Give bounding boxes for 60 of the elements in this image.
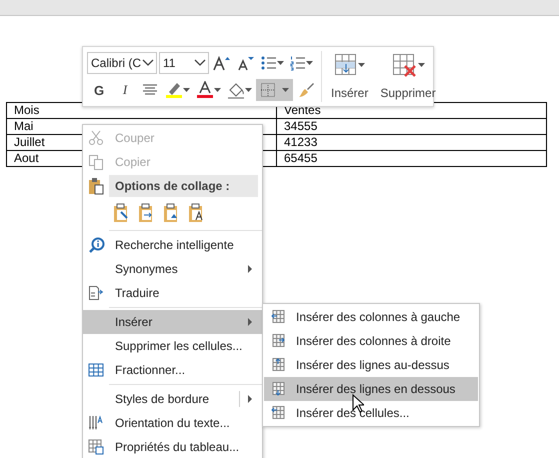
highlighter-icon — [165, 81, 183, 99]
borders-icon — [260, 82, 276, 98]
search-icon — [88, 236, 104, 254]
insert-right-icon — [270, 333, 286, 349]
caret-icon — [183, 88, 190, 92]
submenu-item[interactable]: Insérer des lignes au-dessus — [264, 353, 478, 377]
paintbrush-icon — [297, 81, 315, 99]
font-color-button[interactable] — [194, 79, 223, 101]
submenu-item[interactable]: Insérer des colonnes à droite — [264, 329, 478, 353]
menu-item[interactable]: Insérer — [83, 310, 262, 334]
delete-button[interactable]: Supprimer — [377, 51, 439, 102]
paint-bucket-icon — [227, 81, 245, 99]
bold-button[interactable]: G — [87, 79, 111, 101]
table-properties-icon — [88, 439, 104, 455]
font-name-field[interactable]: Calibri (C — [87, 52, 157, 74]
menu-item[interactable]: Styles de bordure — [83, 387, 262, 411]
table-cell: 41233 — [276, 134, 546, 150]
borders-button[interactable] — [256, 79, 293, 101]
italic-button[interactable]: I — [113, 79, 137, 101]
caret-icon — [214, 88, 221, 92]
table-cell: 34555 — [276, 118, 546, 134]
menu-item[interactable]: Fractionner... — [83, 358, 262, 382]
insert-below-icon — [270, 381, 286, 397]
caret-icon — [418, 63, 425, 67]
insert-left-icon — [270, 309, 286, 325]
font-size-field[interactable]: 11 — [159, 52, 209, 74]
align-center-icon — [142, 83, 158, 97]
menu-item[interactable]: Synonymes — [83, 257, 262, 281]
caret-icon — [277, 61, 284, 65]
font-color-icon — [196, 81, 214, 99]
caret-icon — [282, 88, 289, 92]
insert-button[interactable]: Insérer — [328, 51, 372, 102]
caret-icon — [306, 61, 313, 65]
table-cell: 65455 — [276, 150, 546, 166]
insert-above-icon — [270, 357, 286, 373]
chevron-down-icon — [194, 59, 206, 67]
menu-section-header: Options de collage : — [109, 175, 258, 197]
menu-item[interactable]: Recherche intelligente — [83, 233, 262, 257]
table-icon — [88, 363, 104, 377]
menu-item[interactable]: Supprimer les cellules... — [83, 334, 262, 358]
text-direction-icon — [88, 415, 104, 431]
delete-table-icon — [392, 53, 418, 77]
numbered-list-icon — [290, 55, 306, 71]
caret-icon — [358, 63, 366, 67]
submenu-item[interactable]: Insérer des cellules... — [264, 401, 478, 425]
insert-cells-icon — [270, 405, 286, 421]
bullet-list-icon — [261, 55, 277, 71]
copy-icon — [88, 154, 104, 170]
chevron-down-icon — [142, 59, 154, 67]
insert-table-icon — [334, 53, 358, 77]
menu-item[interactable]: Traduire — [83, 281, 262, 305]
caret-icon — [245, 88, 252, 92]
scissors-icon — [88, 130, 104, 146]
clipboard-icon — [88, 177, 104, 195]
shrink-font-icon — [237, 55, 255, 71]
menu-item[interactable]: Orientation du texte... — [83, 411, 262, 435]
submenu-item[interactable]: Insérer des colonnes à gauche — [264, 305, 478, 329]
grow-font-icon — [213, 55, 231, 71]
menu-item[interactable]: Propriétés du tableau... — [83, 435, 262, 458]
submenu-item[interactable]: Insérer des lignes en dessous — [264, 377, 478, 401]
